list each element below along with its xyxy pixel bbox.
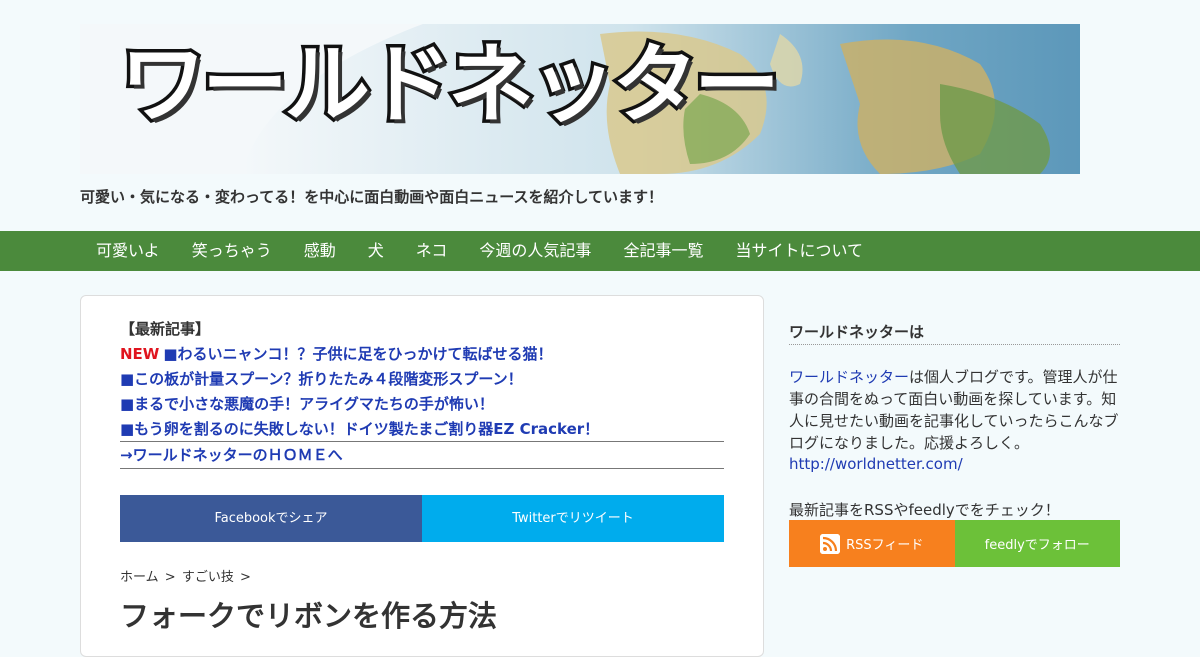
home-link[interactable]: →ワールドネッターのＨＯＭＥへ <box>120 441 724 469</box>
sidebar-blog-name-link[interactable]: ワールドネッター <box>789 368 909 386</box>
nav-item-kawaii[interactable]: 可愛いよ <box>80 231 176 271</box>
latest-article-link[interactable]: ■まるで小さな悪魔の手！アライグマたちの手が怖い！ <box>120 393 724 418</box>
site-logo-title[interactable]: ワールドネッター <box>117 39 784 132</box>
nav-item-dog[interactable]: 犬 <box>352 231 400 271</box>
latest-article-link[interactable]: ■もう卵を割るのに失敗しない！ドイツ製たまご割り器EZ Cracker！ <box>120 418 724 443</box>
latest-article-title[interactable]: ■わるいニャンコ！？子供に足をひっかけて転ばせる猫！ <box>163 345 552 363</box>
sidebar-site-url-link[interactable]: http://worldnetter.com/ <box>789 455 963 473</box>
header-banner[interactable]: ワールドネッター <box>80 24 1080 174</box>
main-navigation: 可愛いよ 笑っちゃう 感動 犬 ネコ 今週の人気記事 全記事一覧 当サイトについ… <box>0 231 1200 271</box>
breadcrumb-category-link[interactable]: すごい技 <box>182 570 234 585</box>
sidebar-about-text: ワールドネッターは個人ブログです。管理人が仕事の合間をぬって面白い動画を探してい… <box>789 366 1121 454</box>
sidebar-subscribe-text: 最新記事をRSSやfeedlyでをチェック！ <box>789 501 1060 519</box>
breadcrumb-separator: > <box>164 570 176 585</box>
latest-article-link[interactable]: NEW ■わるいニャンコ！？子供に足をひっかけて転ばせる猫！ <box>120 343 724 368</box>
rss-feed-button[interactable]: RSSフィード <box>789 520 955 567</box>
nav-item-cat[interactable]: ネコ <box>400 231 464 271</box>
facebook-share-button[interactable]: Facebookでシェア <box>120 495 422 542</box>
twitter-retweet-button[interactable]: Twitterでリツイート <box>422 495 724 542</box>
latest-articles-list: NEW ■わるいニャンコ！？子供に足をひっかけて転ばせる猫！ ■この板が計量スプー… <box>120 343 724 443</box>
article-title: フォークでリボンを作る方法 <box>120 599 498 633</box>
follow-buttons: RSSフィード feedlyでフォロー <box>789 520 1120 567</box>
nav-item-all-articles[interactable]: 全記事一覧 <box>607 231 719 271</box>
rss-icon <box>820 533 841 554</box>
breadcrumb-home-link[interactable]: ホーム <box>120 570 159 585</box>
nav-item-weekly-popular[interactable]: 今週の人気記事 <box>463 231 607 271</box>
feedly-follow-button[interactable]: feedlyでフォロー <box>954 520 1120 567</box>
nav-item-touching[interactable]: 感動 <box>288 231 352 271</box>
latest-article-link[interactable]: ■この板が計量スプーン？折りたたみ４段階変形スプーン！ <box>120 368 724 393</box>
share-buttons: Facebookでシェア Twitterでリツイート <box>120 495 724 542</box>
nav-item-about[interactable]: 当サイトについて <box>719 231 879 271</box>
breadcrumb-separator: > <box>239 570 251 585</box>
sidebar-about-heading: ワールドネッターは <box>789 321 1120 345</box>
breadcrumb: ホーム > すごい技 > <box>120 566 253 585</box>
latest-articles-heading: 【最新記事】 <box>120 320 211 338</box>
new-badge: NEW <box>120 345 160 363</box>
site-tagline: 可愛い・気になる・変わってる！を中心に面白動画や面白ニュースを紹介しています！ <box>80 188 664 206</box>
nav-item-funny[interactable]: 笑っちゃう <box>176 231 288 271</box>
rss-feed-label: RSSフィード <box>846 538 924 553</box>
